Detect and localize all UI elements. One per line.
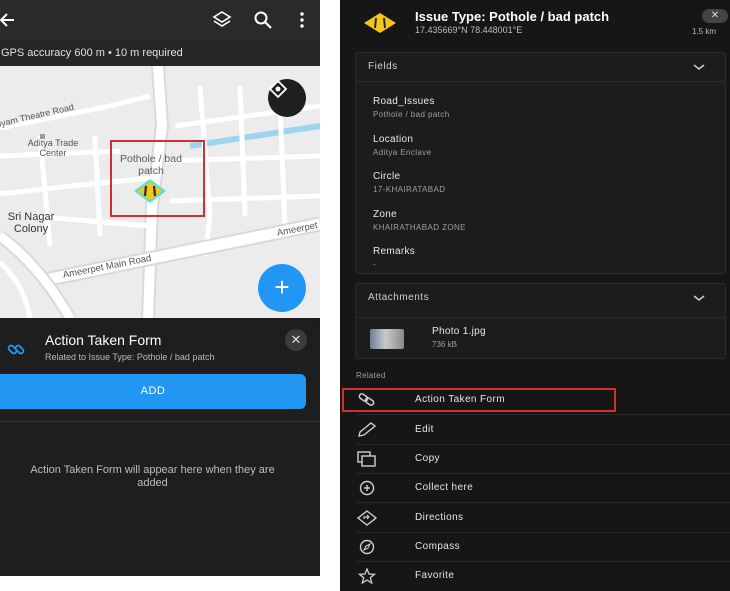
pothole-marker-icon [363,12,397,39]
location-icon [268,79,288,99]
action-label: Edit [415,424,434,435]
close-button[interactable]: ✕ [702,9,728,23]
map-label-area: Sri Nagar Colony [7,211,55,235]
field-label: Location [373,134,414,145]
action-label: Favorite [415,570,455,581]
feature-title: Issue Type: Pothole / bad patch [415,9,610,24]
field-label: Remarks [373,246,416,257]
close-sheet-button[interactable]: ✕ [285,329,307,351]
add-feature-button[interactable]: + [258,264,306,312]
field-label: Circle [373,171,401,182]
empty-state-text: Action Taken Form will appear here when … [30,464,275,489]
attachments-card: Attachments Photo 1.jpg 736 kB [355,283,726,359]
compass-item[interactable]: Compass [356,533,730,562]
search-icon[interactable] [252,9,274,31]
pencil-icon [356,422,378,443]
chevron-up-icon[interactable] [693,294,705,302]
field-label: Zone [373,209,397,220]
map-view[interactable]: iyam Theatre Road Aditya Trade Center Sr… [0,66,320,318]
copy-item[interactable]: Copy [356,445,730,474]
field-value: Aditya Enclave [373,148,432,157]
feature-coordinates: 17.435669°N 78.448001°E [415,25,523,35]
action-label: Collect here [415,482,474,493]
star-icon [356,567,378,589]
more-vert-icon[interactable] [291,9,313,31]
attachment-item[interactable]: Photo 1.jpg 736 kB [356,318,727,358]
sheet-subtitle: Related to Issue Type: Pothole / bad pat… [45,352,215,362]
action-label: Compass [415,541,461,552]
directions-item[interactable]: Directions [356,504,730,533]
fields-header[interactable]: Fields [368,61,398,72]
divider [356,414,730,415]
field-value: Pothole / bad patch [373,110,450,119]
attachment-name: Photo 1.jpg [432,326,486,337]
layers-icon[interactable] [211,9,233,31]
action-label: Directions [415,512,464,523]
divider [356,81,725,82]
map-label-poi: Aditya Trade Center [27,138,79,158]
collect-here-item[interactable]: Collect here [356,474,730,503]
attachment-size: 736 kB [432,340,457,349]
add-circle-icon [356,480,378,501]
directions-icon [356,510,378,531]
distance-text: 1.5 km [692,27,717,36]
action-label: Copy [415,453,440,464]
field-value: KHAIRATHABAD ZONE [373,223,466,232]
link-icon [6,340,26,365]
field-value: - [373,260,377,269]
highlight-box [110,140,205,217]
edit-item[interactable]: Edit [356,416,730,445]
gps-locate-button[interactable] [268,79,306,117]
back-arrow-icon[interactable] [0,9,22,31]
compass-icon [356,539,378,560]
favorite-item[interactable]: Favorite [356,562,730,591]
copy-icon [356,451,378,472]
add-button[interactable]: ADD [0,374,306,409]
related-form-sheet: Action Taken Form Related to Issue Type:… [0,318,320,576]
gps-accuracy-banner: GPS accuracy 600 m • 10 m required [0,40,320,66]
divider [0,421,320,422]
chevron-up-icon[interactable] [693,63,705,71]
app-bar [0,0,320,40]
divider [356,502,730,503]
sheet-title: Action Taken Form [45,332,162,348]
attachment-thumbnail [370,329,404,349]
feature-details-screen: Issue Type: Pothole / bad patch 17.43566… [340,0,730,591]
field-label: Road_Issues [373,96,435,107]
field-value: 17-KHAIRATABAD [373,185,446,194]
fields-card: Fields Road_Issues Pothole / bad patch L… [355,52,726,274]
highlight-box [342,388,616,412]
attachments-header[interactable]: Attachments [368,292,429,303]
map-screen: GPS accuracy 600 m • 10 m required iyam … [0,0,320,576]
related-label: Related [356,371,386,380]
